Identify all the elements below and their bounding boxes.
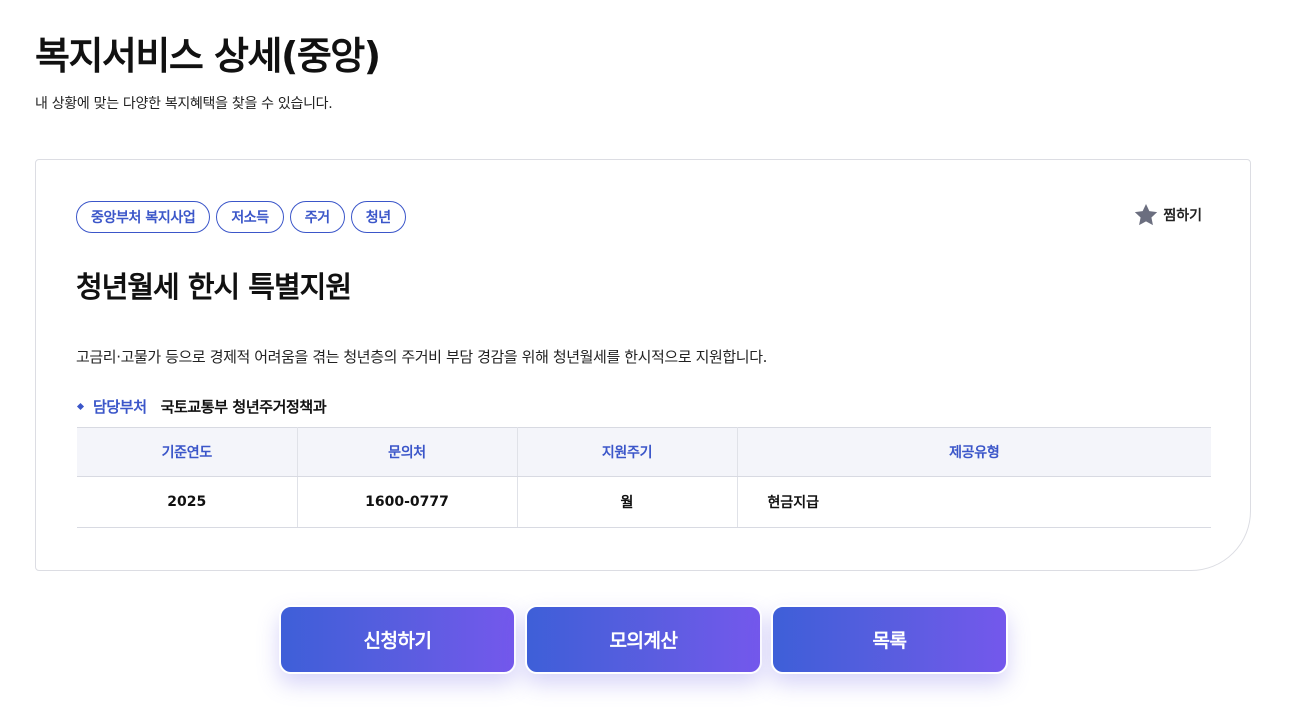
service-description: 고금리·고물가 등으로 경제적 어려움을 겪는 청년층의 주거비 부담 경감을 …	[76, 348, 767, 366]
service-detail-card: 중앙부처 복지사업 저소득 주거 청년 찜하기 청년월세 한시 특별지원 고금리…	[35, 159, 1251, 571]
apply-button[interactable]: 신청하기	[279, 605, 516, 674]
cell-provision-type: 현금지급	[737, 476, 1211, 528]
bookmark-label: 찜하기	[1163, 208, 1202, 224]
department-value: 국토교통부 청년주거정책과	[160, 398, 327, 416]
table-header-row: 기준연도 문의처 지원주기 제공유형	[77, 427, 1211, 477]
cell-base-year: 2025	[77, 476, 298, 528]
page-title: 복지서비스 상세(중앙)	[35, 34, 381, 78]
header-contact: 문의처	[297, 427, 518, 477]
service-info-table: 기준연도 문의처 지원주기 제공유형 2025 1600-0777 월 현금지급	[77, 427, 1211, 528]
diamond-bullet-icon	[76, 402, 85, 411]
cell-support-cycle: 월	[517, 476, 738, 528]
simulate-button[interactable]: 모의계산	[525, 605, 762, 674]
action-buttons: 신청하기 모의계산 목록	[279, 605, 1008, 674]
service-title: 청년월세 한시 특별지원	[76, 270, 352, 304]
department-row: 담당부처 국토교통부 청년주거정책과	[76, 396, 327, 417]
header-base-year: 기준연도	[77, 427, 298, 477]
tag-central-welfare[interactable]: 중앙부처 복지사업	[76, 201, 211, 233]
table-row: 2025 1600-0777 월 현금지급	[77, 476, 1211, 528]
list-button[interactable]: 목록	[771, 605, 1008, 674]
bookmark-button[interactable]: 찜하기	[1133, 202, 1202, 228]
tag-youth[interactable]: 청년	[350, 201, 406, 233]
tag-list: 중앙부처 복지사업 저소득 주거 청년	[76, 201, 406, 233]
header-support-cycle: 지원주기	[517, 427, 738, 477]
header-provision-type: 제공유형	[737, 427, 1211, 477]
tag-housing[interactable]: 주거	[289, 201, 345, 233]
cell-contact: 1600-0777	[297, 476, 518, 528]
star-icon	[1135, 203, 1158, 226]
page-subtitle: 내 상황에 맞는 다양한 복지혜택을 찾을 수 있습니다.	[35, 96, 333, 112]
tag-low-income[interactable]: 저소득	[216, 201, 284, 233]
department-label: 담당부처	[93, 398, 147, 416]
